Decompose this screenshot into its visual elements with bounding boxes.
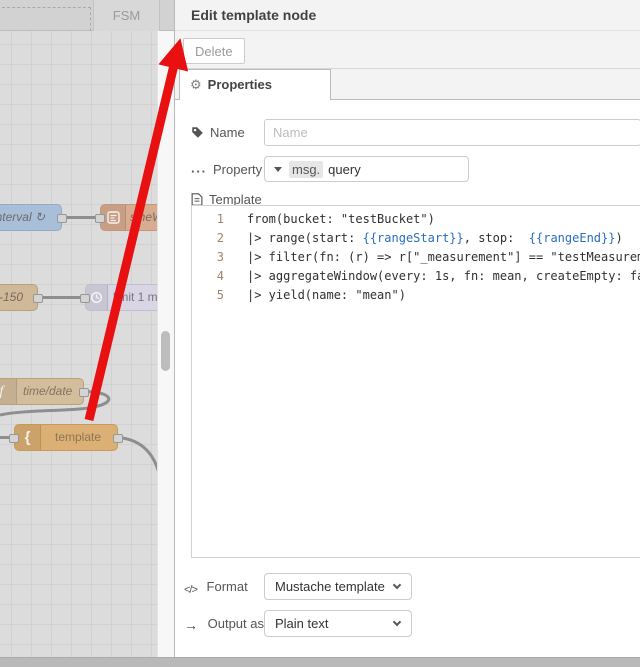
node-s150-output-port[interactable] bbox=[33, 294, 43, 303]
code-line: 3 |> filter(fn: (r) => r["_measurement"] … bbox=[216, 250, 640, 264]
flow-workspace: FSM interval ↻ sineW s-150 bbox=[0, 0, 174, 657]
tab-properties-label: Properties bbox=[207, 77, 272, 92]
node-interval-output-port[interactable] bbox=[57, 214, 67, 223]
function-icon: f bbox=[0, 379, 17, 404]
chevron-down-icon bbox=[392, 617, 402, 627]
flow-canvas[interactable]: interval ↻ sineW s-150 limit 1 ms f time… bbox=[0, 31, 157, 657]
node-sine-input-port[interactable] bbox=[95, 214, 105, 223]
chevron-down-icon bbox=[392, 580, 402, 590]
node-template[interactable]: { template bbox=[9, 424, 123, 451]
code-line: 4 |> aggregateWindow(every: 1s, fn: mean,… bbox=[216, 269, 640, 283]
output-as-label: → Output as bbox=[184, 616, 264, 633]
node-sine-wave[interactable]: sineW bbox=[95, 204, 157, 231]
bottom-bar bbox=[0, 657, 640, 667]
name-input[interactable] bbox=[264, 119, 640, 146]
property-value-input[interactable] bbox=[323, 161, 468, 177]
code-lines: 1 from(bucket: "testBucket") 2 |> range(sta… bbox=[192, 210, 640, 305]
code-line: 2 |> range(start: {{rangeStart}}, stop: {… bbox=[216, 231, 623, 245]
code-brackets-icon: </> bbox=[184, 584, 198, 596]
dialog-tab-bar: ⚙ Properties bbox=[175, 69, 640, 100]
format-select[interactable]: Mustache template bbox=[264, 573, 412, 600]
name-label: Name bbox=[191, 119, 245, 146]
flow-tab-placeholder bbox=[2, 7, 91, 31]
type-select-caret-icon[interactable] bbox=[274, 166, 282, 172]
template-code-editor[interactable]: 1 from(bucket: "testBucket") 2 |> range(sta… bbox=[191, 205, 640, 558]
workspace-scrollbar[interactable] bbox=[157, 31, 174, 657]
property-label: ··· Property bbox=[191, 162, 263, 179]
node-interval-label: interval ↻ bbox=[0, 210, 45, 224]
node-template-input-port[interactable] bbox=[9, 434, 19, 443]
code-line: 5 |> yield(name: "mean") bbox=[216, 288, 406, 302]
node-time-date-output-port[interactable] bbox=[79, 388, 89, 397]
output-select-value: Plain text bbox=[275, 616, 329, 631]
edit-template-dialog: Edit template node Delete ⚙ Properties Na… bbox=[174, 0, 640, 657]
flow-tab-fsm[interactable]: FSM bbox=[93, 0, 160, 31]
msg-prefix-chip[interactable]: msg. bbox=[289, 160, 324, 178]
format-label: </> Format bbox=[184, 579, 248, 596]
tab-properties[interactable]: ⚙ Properties bbox=[179, 69, 331, 100]
flow-wires bbox=[0, 216, 157, 472]
node-s150-label: s-150 bbox=[0, 290, 23, 304]
workspace-scrollbar-thumb[interactable] bbox=[161, 331, 170, 371]
node-limit[interactable]: limit 1 ms bbox=[80, 284, 157, 311]
node-template-output-port[interactable] bbox=[113, 434, 123, 443]
delete-button[interactable]: Delete bbox=[183, 38, 245, 64]
output-as-select[interactable]: Plain text bbox=[264, 610, 412, 637]
flow-tab-bar: FSM bbox=[0, 0, 174, 31]
gear-icon: ⚙ bbox=[190, 77, 202, 92]
node-time-date[interactable]: f time/date bbox=[0, 378, 89, 405]
format-select-value: Mustache template bbox=[275, 579, 385, 594]
dialog-toolbar: Delete bbox=[175, 31, 640, 69]
tag-icon bbox=[192, 127, 203, 138]
node-s150[interactable]: s-150 bbox=[0, 284, 43, 311]
property-typed-input[interactable]: msg. bbox=[264, 156, 469, 182]
node-limit-input-port[interactable] bbox=[80, 294, 90, 303]
ellipsis-icon: ··· bbox=[191, 164, 207, 179]
dialog-title: Edit template node bbox=[175, 0, 640, 31]
code-line: 1 from(bucket: "testBucket") bbox=[216, 212, 435, 226]
arrow-right-icon: → bbox=[184, 617, 198, 633]
node-interval[interactable]: interval ↻ bbox=[0, 204, 67, 231]
